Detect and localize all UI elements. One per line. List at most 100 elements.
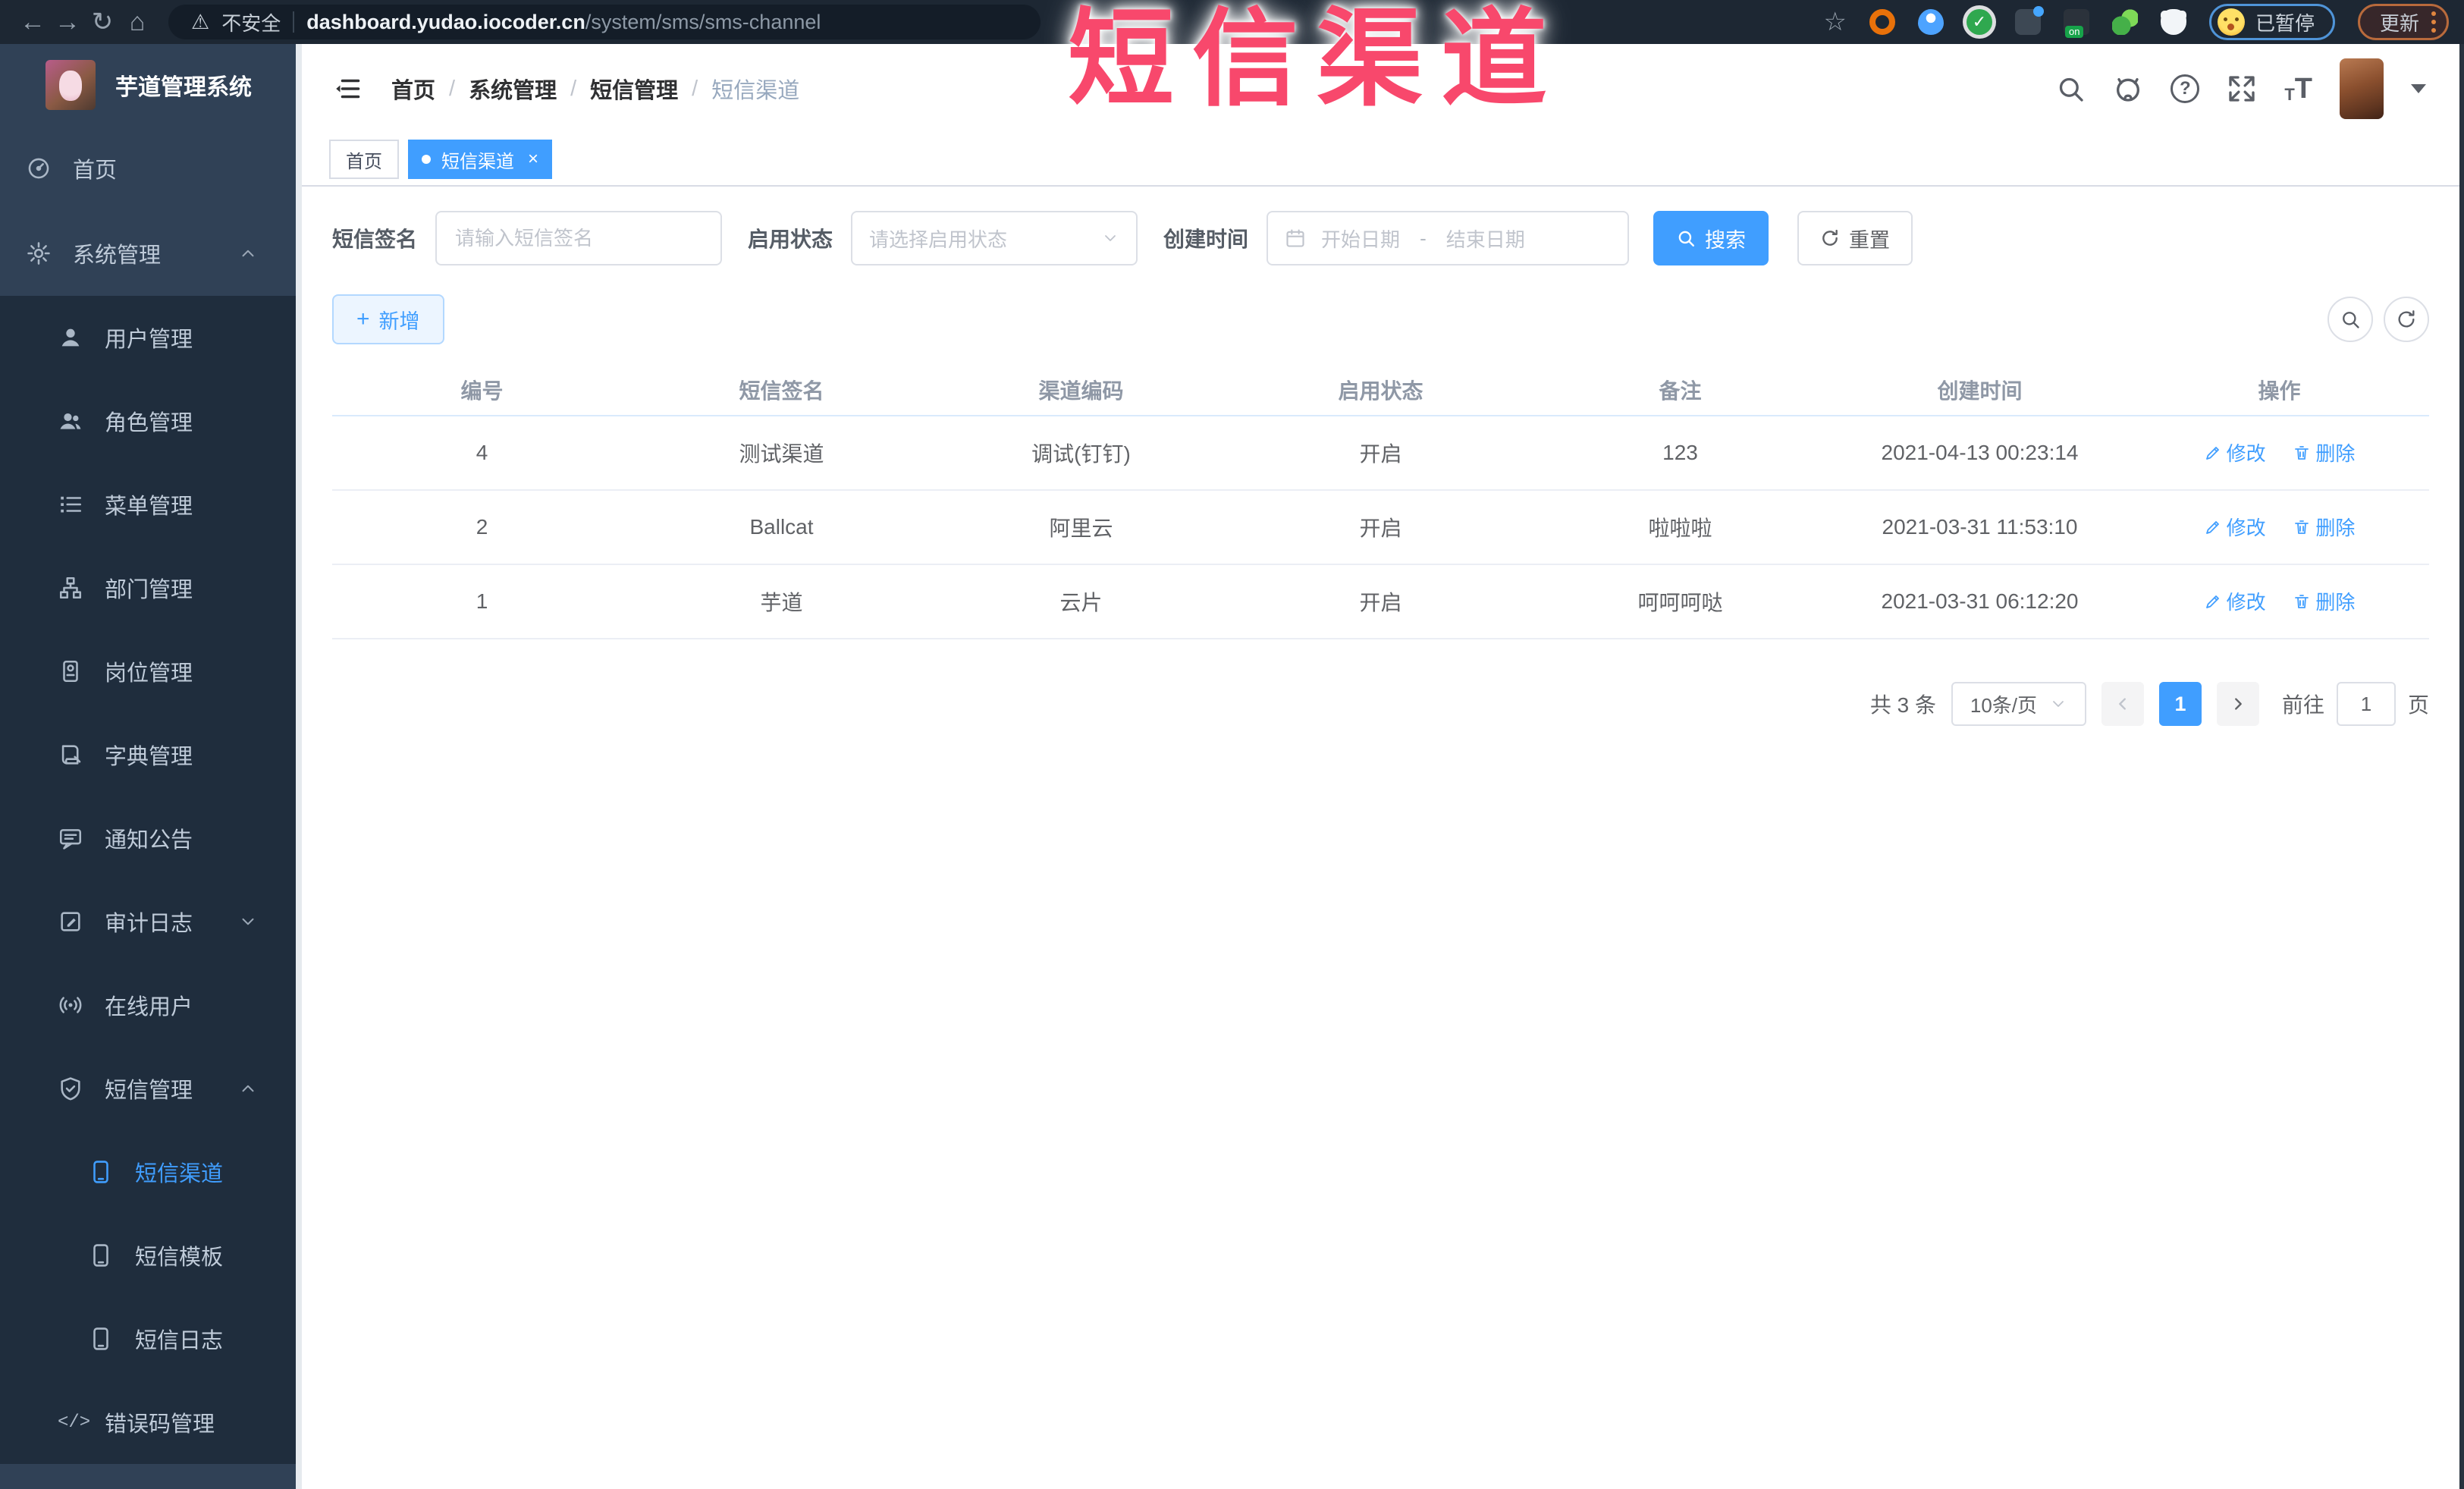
extension-sprout-icon[interactable] — [2111, 9, 2138, 35]
edit-link[interactable]: 修改 — [2204, 438, 2266, 466]
edit-icon — [2205, 520, 2219, 534]
chevron-left-icon — [2119, 698, 2126, 710]
breadcrumb-sms[interactable]: 短信管理 — [590, 73, 678, 105]
sign-input[interactable] — [435, 211, 723, 265]
sidebar-item-departments[interactable]: 部门管理 — [0, 546, 296, 630]
edit-link[interactable]: 修改 — [2204, 587, 2266, 615]
sidebar-item-audit-log[interactable]: 审计日志 — [0, 880, 296, 963]
prev-page-button[interactable] — [2101, 682, 2144, 726]
kebab-menu-icon[interactable] — [2431, 11, 2436, 33]
extension-pin-icon[interactable] — [1917, 9, 1944, 35]
col-actions: 操作 — [2130, 364, 2429, 416]
tab-sms-channel[interactable]: 短信渠道 × — [408, 140, 553, 179]
sidebar-item-dictionary[interactable]: 字典管理 — [0, 713, 296, 796]
close-icon[interactable]: × — [528, 149, 538, 170]
user-icon — [61, 328, 80, 347]
address-bar[interactable]: ⚠ 不安全 dashboard.yudao.iocoder.cn/system/… — [168, 5, 1041, 39]
chevron-down-icon — [242, 918, 254, 925]
extension-window-icon[interactable] — [2014, 6, 2044, 35]
search-icon — [2343, 312, 2359, 328]
reset-button[interactable]: 重置 — [1797, 211, 1913, 265]
search-icon[interactable] — [2055, 74, 2086, 104]
browser-back-icon[interactable]: ← — [15, 8, 50, 37]
sidebar-item-roles[interactable]: 角色管理 — [0, 379, 296, 463]
bookmark-star-icon[interactable]: ☆ — [1823, 7, 1846, 37]
sidebar-item-infrastructure[interactable]: 基础设施 — [0, 1464, 296, 1489]
add-button[interactable]: + 新增 — [332, 294, 444, 344]
cell-created: 2021-04-13 00:23:14 — [1830, 416, 2130, 491]
trash-icon — [2295, 520, 2309, 534]
browser-reload-icon[interactable]: ↻ — [85, 7, 120, 37]
browser-home-icon[interactable]: ⌂ — [120, 8, 155, 37]
browser-forward-icon[interactable]: → — [50, 8, 85, 37]
sidebar-item-error-codes[interactable]: </> 错误码管理 — [0, 1381, 296, 1464]
cell-sign: 测试渠道 — [632, 416, 931, 491]
avatar[interactable] — [2340, 58, 2384, 119]
extension-check-icon[interactable]: ✓ — [1966, 9, 1992, 35]
col-status: 启用状态 — [1231, 364, 1530, 416]
sidebar-item-label: 字典管理 — [105, 745, 193, 769]
sidebar-item-system[interactable]: 系统管理 — [0, 211, 296, 296]
paused-badge[interactable]: 已暂停 — [2208, 4, 2335, 40]
chevron-down-icon[interactable] — [2411, 84, 2426, 93]
browser-extensions-area: ☆ ✓ 已暂停 更新 — [1823, 4, 2449, 40]
page-size-select[interactable]: 10条/页 — [1951, 682, 2086, 726]
sidebar-item-sms-channel[interactable]: 短信渠道 — [0, 1130, 296, 1214]
table-tools — [2327, 297, 2429, 342]
sidebar-item-home[interactable]: 首页 — [0, 126, 296, 211]
fullscreen-icon[interactable] — [2227, 74, 2257, 104]
status-select[interactable]: 请选择启用状态 — [851, 211, 1138, 265]
sidebar-item-label: 岗位管理 — [105, 661, 193, 686]
sidebar-item-sms-log[interactable]: 短信日志 — [0, 1297, 296, 1381]
sidebar-item-menus[interactable]: 菜单管理 — [0, 463, 296, 546]
update-label: 更新 — [2379, 11, 2419, 35]
cell-status: 开启 — [1231, 490, 1530, 565]
edit-link[interactable]: 修改 — [2204, 513, 2266, 541]
page-number-current[interactable]: 1 — [2158, 682, 2202, 726]
sidebar-item-label: 角色管理 — [105, 411, 193, 435]
breadcrumb-system[interactable]: 系统管理 — [469, 73, 557, 105]
toggle-search-button[interactable] — [2327, 297, 2373, 342]
help-icon[interactable]: ? — [2171, 74, 2200, 103]
sidebar-item-label: 审计日志 — [105, 912, 193, 936]
extension-paw-icon[interactable] — [2160, 9, 2186, 35]
app-logo-image — [46, 60, 96, 110]
sidebar-item-users[interactable]: 用户管理 — [0, 296, 296, 379]
sidebar-item-online-users[interactable]: 在线用户 — [0, 963, 296, 1047]
announcement-icon — [59, 829, 82, 850]
date-range-picker[interactable]: 开始日期 - 结束日期 — [1267, 211, 1630, 265]
delete-link[interactable]: 删除 — [2293, 438, 2355, 466]
active-dot-icon — [422, 155, 431, 164]
extension-on-badge-icon[interactable] — [2063, 9, 2089, 38]
font-size-icon[interactable]: TT — [2284, 74, 2312, 103]
insecure-label: 不安全 — [221, 11, 281, 35]
trash-icon — [2295, 594, 2309, 608]
hamburger-icon[interactable] — [332, 75, 364, 102]
sidebar-item-label: 短信日志 — [135, 1329, 224, 1353]
cell-remark: 呵呵呵哒 — [1530, 564, 1830, 639]
sidebar-logo[interactable]: 芋道管理系统 — [0, 44, 296, 126]
sidebar-item-label: 短信管理 — [105, 1079, 193, 1103]
github-icon[interactable] — [2113, 74, 2143, 104]
paused-label: 已暂停 — [2255, 11, 2315, 35]
phone-icon — [93, 1161, 108, 1183]
chevron-up-icon — [242, 250, 254, 257]
refresh-table-button[interactable] — [2384, 297, 2429, 342]
delete-link[interactable]: 删除 — [2293, 513, 2355, 541]
tab-home[interactable]: 首页 — [329, 140, 399, 179]
extension-orange-ring-icon[interactable] — [1869, 9, 1895, 35]
breadcrumb-home[interactable]: 首页 — [391, 73, 435, 105]
next-page-button[interactable] — [2216, 682, 2259, 726]
search-button[interactable]: 搜索 — [1653, 211, 1769, 265]
gear-icon — [27, 242, 50, 265]
window-right-edge — [2459, 44, 2464, 1489]
delete-link[interactable]: 删除 — [2293, 587, 2355, 615]
app-title: 芋道管理系统 — [115, 75, 252, 100]
update-button[interactable]: 更新 — [2357, 4, 2449, 40]
sidebar-scrollbar[interactable] — [296, 44, 302, 1489]
goto-page-input[interactable] — [2336, 682, 2396, 726]
sidebar-item-sms-template[interactable]: 短信模板 — [0, 1214, 296, 1297]
sidebar-item-sms[interactable]: 短信管理 — [0, 1047, 296, 1130]
sidebar-item-announcements[interactable]: 通知公告 — [0, 796, 296, 880]
sidebar-item-posts[interactable]: 岗位管理 — [0, 630, 296, 713]
